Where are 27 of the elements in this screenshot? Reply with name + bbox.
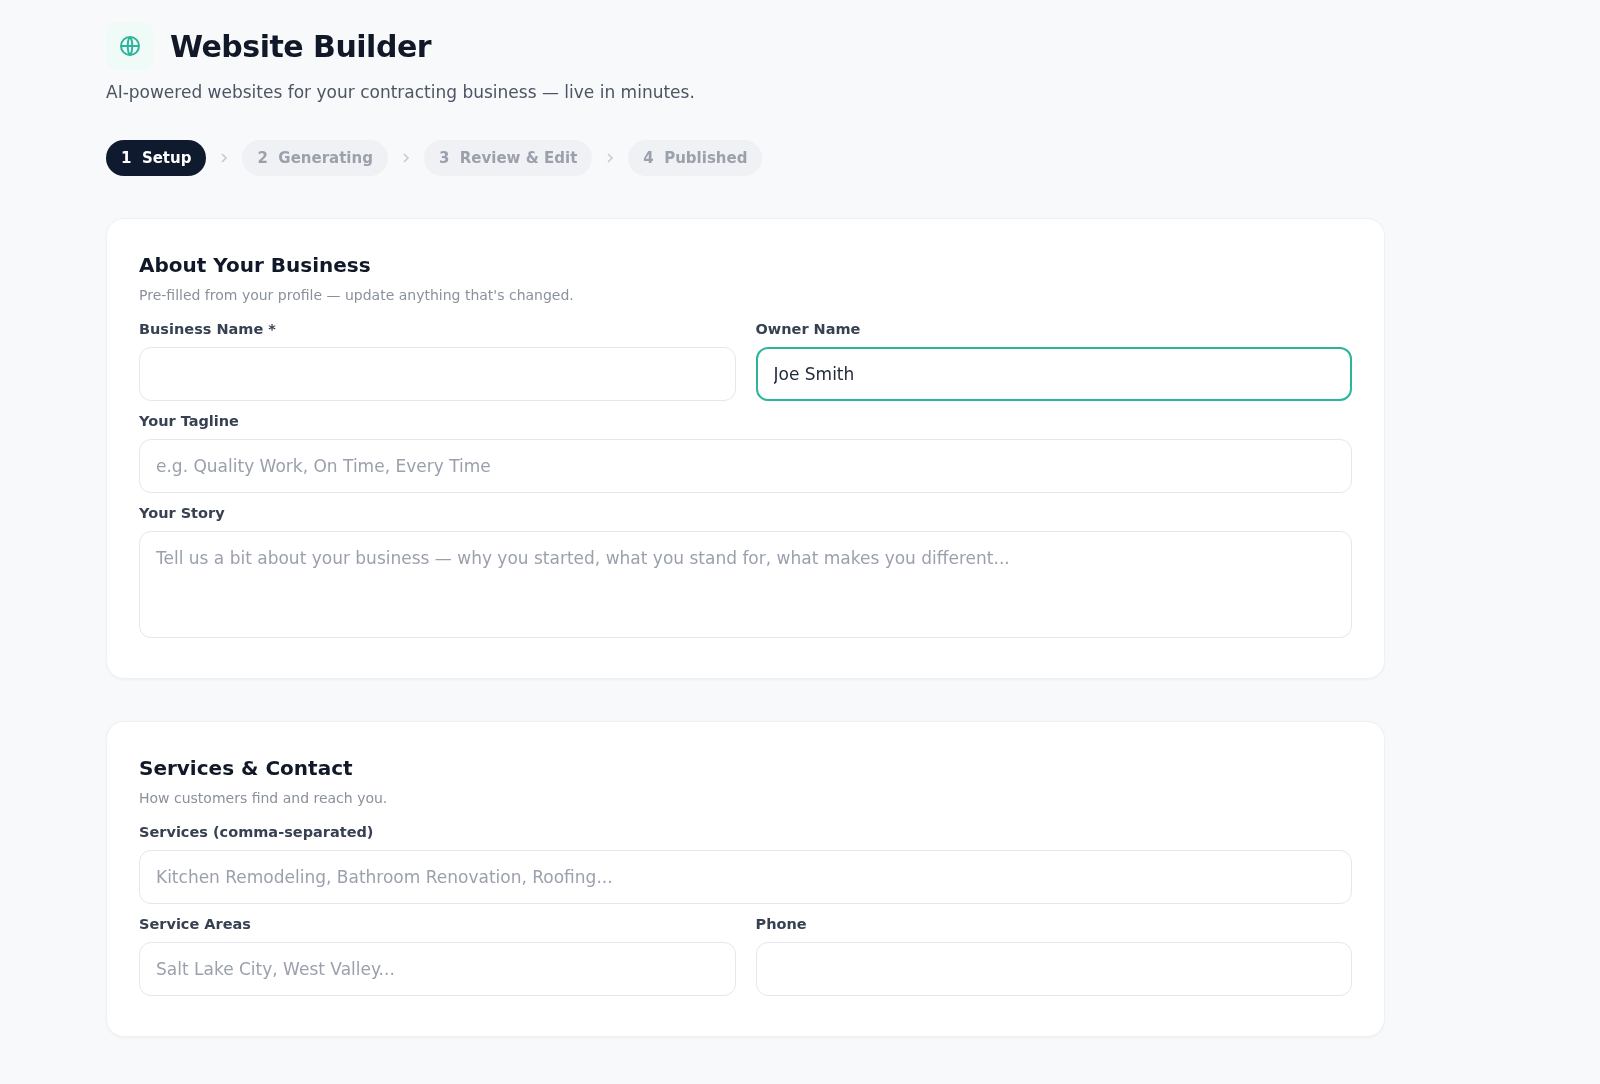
field-label: Business Name * — [139, 321, 277, 337]
field-label: Owner Name — [755, 321, 862, 337]
field-label: Services (comma-separated) — [139, 824, 375, 840]
chevron-icon — [401, 152, 410, 164]
chevron-icon — [606, 152, 615, 164]
text-area[interactable]: Tell us a bit about your business — why you started, what you stand for, what makes you different... — [139, 531, 1352, 638]
field-label: Your Tagline — [139, 413, 240, 429]
step-tab[interactable]: 1 Setup — [106, 140, 207, 176]
step-tab[interactable]: 4 Published — [628, 140, 763, 176]
input-field[interactable] — [139, 347, 736, 401]
input-field[interactable] — [755, 942, 1352, 996]
step-tab[interactable]: 3 Review & Edit — [423, 140, 593, 176]
chevron-icon — [220, 152, 229, 164]
field-label: Service Areas — [139, 916, 252, 932]
section-description: Pre-filled from your profile — update anything that's changed. — [139, 287, 575, 303]
section-title: Services & Contact — [139, 756, 354, 780]
section-title: About Your Business — [139, 253, 372, 277]
globe-icon — [106, 22, 154, 70]
page-subtitle: AI-powered websites for your contracting business — live in minutes. — [106, 82, 696, 102]
input-field[interactable]: Kitchen Remodeling, Bathroom Renovation, Roofing... — [139, 850, 1352, 904]
section-description: How customers find and reach you. — [139, 790, 389, 806]
page-title: Website Builder — [170, 28, 432, 64]
step-tab[interactable]: 2 Generating — [242, 140, 388, 176]
input-field[interactable]: Salt Lake City, West Valley... — [139, 942, 736, 996]
field-label: Phone — [755, 916, 808, 932]
input-field[interactable]: e.g. Quality Work, On Time, Every Time — [139, 439, 1352, 493]
field-label: Your Story — [139, 505, 226, 521]
